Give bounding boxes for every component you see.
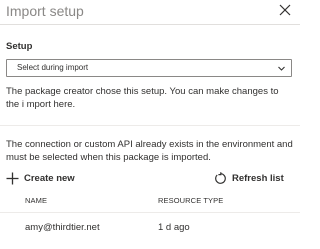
column-header-resource-type[interactable]: RESOURCE TYPE: [158, 196, 223, 205]
resource-table: NAME RESOURCE TYPE: [0, 192, 300, 213]
refresh-list-label: Refresh list: [232, 172, 284, 184]
table-header: NAME RESOURCE TYPE: [0, 192, 300, 213]
section-divider: [0, 125, 300, 126]
create-new-button[interactable]: Create new: [6, 170, 75, 186]
info-text: The package creator chose this setup. Yo…: [6, 86, 279, 110]
row-name-cell[interactable]: amy@thirdtier.net: [25, 222, 100, 233]
refresh-list-button[interactable]: Refresh list: [214, 170, 284, 186]
setup-select-value: Select during import: [17, 63, 89, 72]
create-new-label: Create new: [24, 172, 75, 184]
plus-icon: [6, 172, 19, 185]
row-type-cell[interactable]: 1 d ago: [158, 222, 190, 233]
close-icon: [279, 4, 291, 16]
panel-header: Import setup: [0, 0, 300, 25]
chevron-down-icon: [277, 64, 286, 73]
close-button[interactable]: [278, 3, 292, 17]
column-header-name[interactable]: NAME: [25, 196, 47, 205]
connection-description: The connection or custom API already exi…: [6, 139, 293, 163]
setup-select[interactable]: Select during import: [6, 59, 292, 77]
setup-label: Setup: [6, 41, 33, 52]
panel-title: Import setup: [6, 3, 84, 19]
refresh-icon: [214, 171, 227, 185]
